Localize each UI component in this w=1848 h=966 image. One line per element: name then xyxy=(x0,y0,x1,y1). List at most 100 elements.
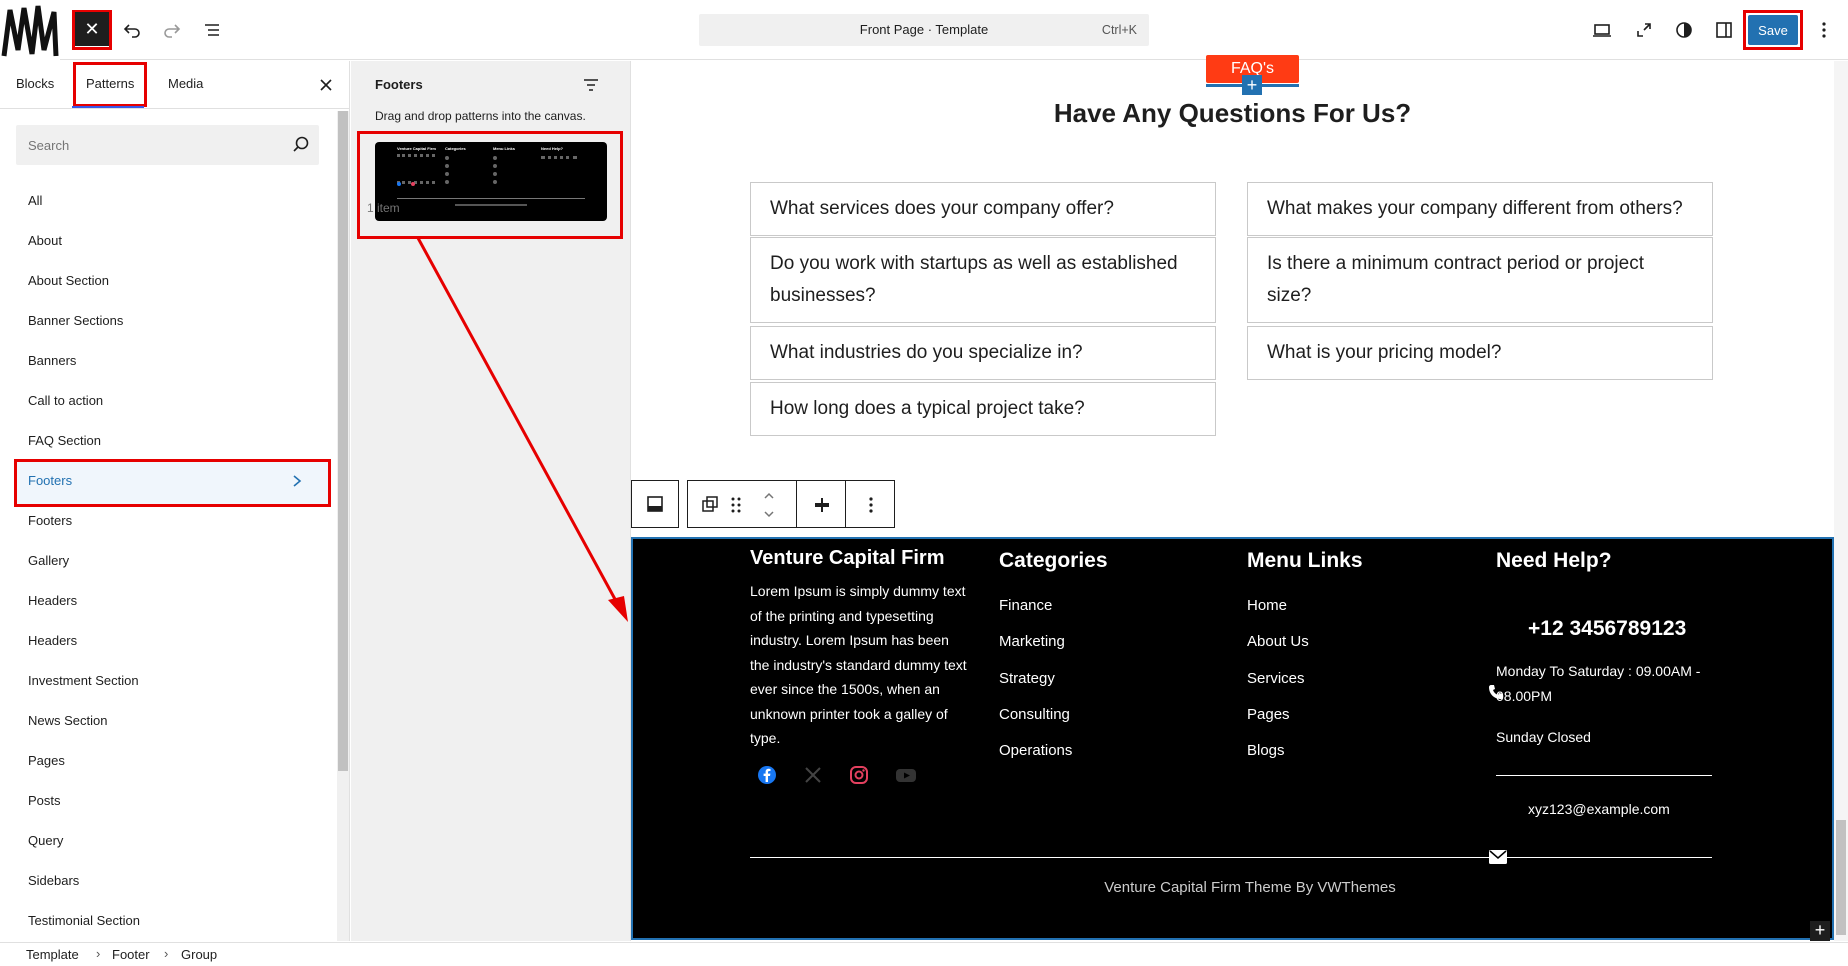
category-item[interactable]: Headers xyxy=(28,593,77,608)
redo-button[interactable] xyxy=(154,12,190,48)
filter-icon[interactable] xyxy=(581,75,601,95)
document-overview-button[interactable] xyxy=(194,12,230,48)
pattern-hint: Drag and drop patterns into the canvas. xyxy=(375,109,586,123)
close-panel-button[interactable] xyxy=(316,75,336,95)
category-item[interactable]: Query xyxy=(28,833,63,848)
thumb-help-lines xyxy=(541,156,577,182)
footer-about-text: Lorem Ipsum is simply dummy text of the … xyxy=(750,583,967,746)
tab-blocks[interactable]: Blocks xyxy=(16,76,54,91)
category-scrollbar-thumb[interactable] xyxy=(338,111,348,771)
canvas-scrollbar[interactable] xyxy=(1834,61,1848,941)
category-item[interactable]: About Section xyxy=(28,273,109,288)
faq-item[interactable]: What industries do you specialize in? xyxy=(750,326,1216,380)
footer-menu-link[interactable]: About Us xyxy=(1247,633,1309,650)
x-twitter-icon[interactable] xyxy=(803,765,823,785)
editor-top-bar: ✕ Front Page · Template Ctrl+K Save xyxy=(0,0,1848,60)
faq-item[interactable]: Do you work with startups as well as est… xyxy=(750,237,1216,323)
site-logo[interactable] xyxy=(0,0,60,60)
footer-pattern-thumbnail[interactable]: Venture Capital Firm Categories Menu Lin… xyxy=(375,142,607,221)
footer-menu-link[interactable]: Pages xyxy=(1247,706,1290,723)
alignment-button[interactable] xyxy=(796,480,846,528)
category-item[interactable]: Banner Sections xyxy=(28,313,123,328)
category-item[interactable]: FAQ Section xyxy=(28,433,101,448)
category-item[interactable]: About xyxy=(28,233,62,248)
category-item[interactable]: Footers xyxy=(28,513,72,528)
footer-menu-link[interactable]: Home xyxy=(1247,597,1287,614)
faq-heading: Have Any Questions For Us? xyxy=(1053,98,1412,128)
open-canvas-button[interactable] xyxy=(1626,12,1662,48)
faq-item[interactable]: What services does your company offer? xyxy=(750,182,1216,236)
faq-item[interactable]: How long does a typical project take? xyxy=(750,382,1216,436)
more-vertical-icon xyxy=(1822,22,1826,38)
drag-handle-icon[interactable] xyxy=(730,495,742,515)
category-item[interactable]: Gallery xyxy=(28,553,69,568)
category-item-active[interactable]: Footers xyxy=(28,473,72,488)
breadcrumb-separator-icon: › xyxy=(164,946,169,961)
footer-menu-title: Menu Links xyxy=(1247,549,1363,572)
category-item[interactable]: Pages xyxy=(28,753,65,768)
device-preview-button[interactable] xyxy=(1584,12,1620,48)
highlight-patterns-tab xyxy=(73,62,147,107)
footer-block-icon xyxy=(647,496,663,512)
category-item[interactable]: News Section xyxy=(28,713,107,728)
category-item[interactable]: Posts xyxy=(28,793,61,808)
youtube-icon[interactable] xyxy=(895,765,917,785)
sidebar-icon xyxy=(1716,22,1732,38)
group-icon[interactable] xyxy=(700,494,720,514)
search-icon xyxy=(293,136,309,152)
external-icon xyxy=(1637,23,1651,37)
footer-block[interactable]: Venture Capital Firm Lorem Ipsum is simp… xyxy=(631,537,1834,941)
category-item[interactable]: Call to action xyxy=(28,393,103,408)
footer-email[interactable]: xyz123@example.com xyxy=(1528,801,1670,817)
breadcrumb-item[interactable]: Footer xyxy=(112,947,150,962)
faq-item[interactable]: Is there a minimum contract period or pr… xyxy=(1247,237,1713,323)
category-item[interactable]: Sidebars xyxy=(28,873,79,888)
footer-category-link[interactable]: Marketing xyxy=(999,633,1065,650)
category-item[interactable]: Testimonial Section xyxy=(28,913,140,928)
canvas-scrollbar-thumb[interactable] xyxy=(1836,820,1846,935)
search-input[interactable]: Search xyxy=(16,125,319,165)
breadcrumb-item[interactable]: Group xyxy=(181,947,217,962)
parent-block-button[interactable] xyxy=(631,480,679,528)
block-mover-group xyxy=(687,480,797,528)
instagram-icon[interactable] xyxy=(849,765,869,785)
category-item[interactable]: All xyxy=(28,193,42,208)
footer-category-link[interactable]: Strategy xyxy=(999,670,1055,687)
template-title: Front Page · Template xyxy=(859,22,989,37)
breadcrumb-item[interactable]: Template xyxy=(26,947,79,962)
footer-menu-link[interactable]: Blogs xyxy=(1247,742,1285,759)
faq-item[interactable]: What is your pricing model? xyxy=(1247,326,1713,380)
close-inserter-button[interactable]: ✕ xyxy=(75,12,109,46)
command-palette-bar[interactable]: Front Page · Template Ctrl+K xyxy=(699,14,1149,46)
chevron-right-icon xyxy=(293,475,302,487)
footer-category-link[interactable]: Finance xyxy=(999,597,1052,614)
footer-hours: Monday To Saturday : 09.00AM - 08.00PM xyxy=(1496,663,1701,704)
category-item[interactable]: Headers xyxy=(28,633,77,648)
options-button[interactable] xyxy=(1806,12,1842,48)
facebook-icon[interactable] xyxy=(757,765,777,785)
faq-item[interactable]: What makes your company different from o… xyxy=(1247,182,1713,236)
footer-closed: Sunday Closed xyxy=(1496,729,1591,745)
styles-button[interactable] xyxy=(1666,12,1702,48)
tab-media[interactable]: Media xyxy=(168,76,203,91)
settings-button[interactable] xyxy=(1706,12,1742,48)
category-item[interactable]: Banners xyxy=(28,353,76,368)
footer-category-link[interactable]: Operations xyxy=(999,742,1072,759)
footer-help-title: Need Help? xyxy=(1496,549,1612,572)
thumb-list-lines xyxy=(493,156,507,184)
thumb-col4-title: Need Help? xyxy=(541,146,564,151)
footer-copyright: Venture Capital Firm Theme By VWThemes xyxy=(1104,879,1396,896)
footer-bottom-divider xyxy=(750,857,1712,858)
tabs-divider xyxy=(0,108,350,109)
footer-menu-link[interactable]: Services xyxy=(1247,670,1305,687)
save-button[interactable]: Save xyxy=(1748,15,1798,45)
category-item[interactable]: Investment Section xyxy=(28,673,139,688)
append-block-button[interactable]: + xyxy=(1810,921,1830,941)
close-icon xyxy=(320,79,332,91)
undo-button[interactable] xyxy=(114,12,150,48)
block-options-button[interactable] xyxy=(845,480,895,528)
undo-icon xyxy=(123,24,140,38)
add-block-button[interactable]: + xyxy=(1242,75,1262,95)
footer-category-link[interactable]: Consulting xyxy=(999,706,1070,723)
move-up-down-icon[interactable] xyxy=(762,489,776,521)
